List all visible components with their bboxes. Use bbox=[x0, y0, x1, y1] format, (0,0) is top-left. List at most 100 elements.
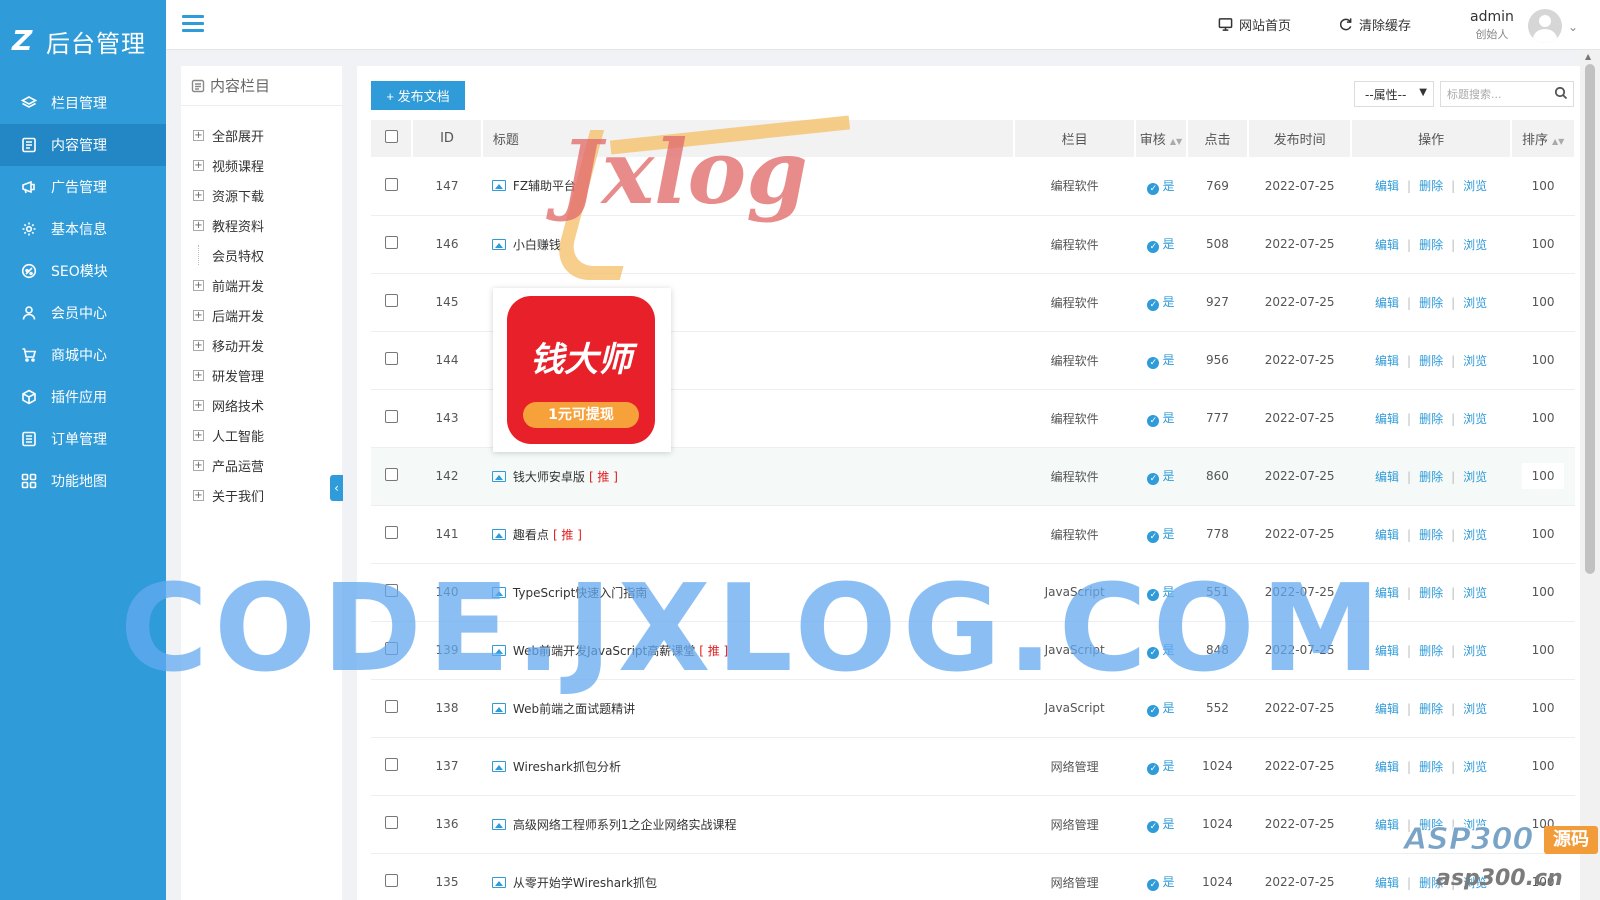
row-title[interactable]: Wireshark抓包分析 bbox=[513, 760, 621, 774]
row-sort-cell[interactable]: 100 bbox=[1511, 737, 1575, 796]
row-title[interactable]: 小白赚钱 bbox=[513, 238, 561, 252]
sidebar-item[interactable]: 广告管理 bbox=[0, 166, 166, 208]
page-scrollbar[interactable]: ▲ bbox=[1580, 50, 1600, 900]
delete-link[interactable]: 删除 bbox=[1419, 354, 1443, 368]
header-audit[interactable]: 审核 ▲▼ bbox=[1135, 120, 1188, 157]
view-link[interactable]: 浏览 bbox=[1463, 179, 1487, 193]
row-title[interactable]: 钱大师安卓版 bbox=[513, 470, 585, 484]
row-audit[interactable]: ✓ 是 bbox=[1135, 737, 1187, 796]
view-link[interactable]: 浏览 bbox=[1463, 412, 1487, 426]
tree-item[interactable]: + 前端开发 bbox=[193, 270, 342, 300]
delete-link[interactable]: 删除 bbox=[1419, 238, 1443, 252]
row-sort-cell[interactable]: 100 bbox=[1511, 505, 1575, 564]
row-audit[interactable]: ✓ 是 bbox=[1135, 505, 1187, 564]
menu-toggle-icon[interactable] bbox=[182, 15, 204, 33]
row-sort-cell[interactable]: 100 bbox=[1511, 331, 1575, 390]
row-sort-cell[interactable]: 100 bbox=[1511, 447, 1575, 506]
edit-link[interactable]: 编辑 bbox=[1375, 179, 1399, 193]
delete-link[interactable]: 删除 bbox=[1419, 470, 1443, 484]
tree-item[interactable]: + 人工智能 bbox=[193, 420, 342, 450]
user-menu[interactable]: admin 创始人 bbox=[1470, 9, 1514, 43]
row-sort-cell[interactable]: 100 bbox=[1511, 215, 1575, 274]
edit-link[interactable]: 编辑 bbox=[1375, 818, 1399, 832]
expand-plus-icon[interactable]: + bbox=[193, 129, 204, 141]
sidebar-item[interactable]: 插件应用 bbox=[0, 376, 166, 418]
delete-link[interactable]: 删除 bbox=[1419, 528, 1443, 542]
scroll-thumb[interactable] bbox=[1585, 64, 1595, 574]
row-title[interactable]: 从零开始学Wireshark抓包 bbox=[513, 876, 657, 890]
chevron-down-icon[interactable]: ⌄ bbox=[1568, 20, 1578, 34]
sidebar-item[interactable]: 内容管理 bbox=[0, 124, 166, 166]
tree-item[interactable]: + 全部展开 bbox=[193, 120, 342, 150]
view-link[interactable]: 浏览 bbox=[1463, 702, 1487, 716]
row-sort-cell[interactable]: 100 bbox=[1511, 157, 1575, 216]
view-link[interactable]: 浏览 bbox=[1463, 296, 1487, 310]
sidebar-item[interactable]: 会员中心 bbox=[0, 292, 166, 334]
expand-plus-icon[interactable]: + bbox=[193, 159, 204, 171]
tree-item[interactable]: + 教程资料 bbox=[193, 210, 342, 240]
attribute-select[interactable]: --属性-- ▼ bbox=[1354, 81, 1434, 107]
row-checkbox[interactable] bbox=[371, 447, 413, 506]
view-link[interactable]: 浏览 bbox=[1463, 760, 1487, 774]
delete-link[interactable]: 删除 bbox=[1419, 179, 1443, 193]
edit-link[interactable]: 编辑 bbox=[1375, 296, 1399, 310]
row-audit[interactable]: ✓ 是 bbox=[1135, 447, 1187, 506]
collapse-tree-button[interactable]: ‹ bbox=[330, 475, 343, 501]
tree-item[interactable]: + 资源下载 bbox=[193, 180, 342, 210]
row-sort-cell[interactable]: 100 bbox=[1511, 679, 1575, 738]
delete-link[interactable]: 删除 bbox=[1419, 412, 1443, 426]
edit-link[interactable]: 编辑 bbox=[1375, 760, 1399, 774]
edit-link[interactable]: 编辑 bbox=[1375, 412, 1399, 426]
row-checkbox[interactable] bbox=[371, 853, 413, 900]
row-checkbox[interactable] bbox=[371, 795, 413, 854]
delete-link[interactable]: 删除 bbox=[1419, 760, 1443, 774]
expand-plus-icon[interactable]: + bbox=[193, 309, 204, 321]
edit-link[interactable]: 编辑 bbox=[1375, 238, 1399, 252]
edit-link[interactable]: 编辑 bbox=[1375, 702, 1399, 716]
row-title[interactable]: Web前端之面试题精讲 bbox=[513, 702, 635, 716]
row-title[interactable]: 趣看点 bbox=[513, 528, 549, 542]
expand-plus-icon[interactable]: + bbox=[193, 189, 204, 201]
row-checkbox[interactable] bbox=[371, 389, 413, 448]
tree-item[interactable]: 会员特权 bbox=[193, 240, 342, 270]
search-icon[interactable] bbox=[1554, 86, 1568, 100]
edit-link[interactable]: 编辑 bbox=[1375, 354, 1399, 368]
tree-item[interactable]: + 后端开发 bbox=[193, 300, 342, 330]
delete-link[interactable]: 删除 bbox=[1419, 702, 1443, 716]
row-sort-cell[interactable]: 100 bbox=[1511, 273, 1575, 332]
sidebar-item[interactable]: 订单管理 bbox=[0, 418, 166, 460]
row-audit[interactable]: ✓ 是 bbox=[1135, 853, 1187, 900]
tree-item[interactable]: + 视频课程 bbox=[193, 150, 342, 180]
row-audit[interactable]: ✓ 是 bbox=[1135, 157, 1187, 216]
delete-link[interactable]: 删除 bbox=[1419, 296, 1443, 310]
row-audit[interactable]: ✓ 是 bbox=[1135, 273, 1187, 332]
avatar[interactable] bbox=[1528, 9, 1562, 43]
view-link[interactable]: 浏览 bbox=[1463, 528, 1487, 542]
row-title[interactable]: 高级网络工程师系列1之企业网络实战课程 bbox=[513, 818, 737, 832]
row-audit[interactable]: ✓ 是 bbox=[1135, 215, 1187, 274]
row-checkbox[interactable] bbox=[371, 331, 413, 390]
row-checkbox[interactable] bbox=[371, 157, 413, 216]
view-link[interactable]: 浏览 bbox=[1463, 644, 1487, 658]
scroll-up-icon[interactable]: ▲ bbox=[1585, 52, 1591, 61]
row-checkbox[interactable] bbox=[371, 737, 413, 796]
sidebar-item[interactable]: 商城中心 bbox=[0, 334, 166, 376]
sidebar-item[interactable]: SEO模块 bbox=[0, 250, 166, 292]
expand-plus-icon[interactable]: + bbox=[193, 279, 204, 291]
view-link[interactable]: 浏览 bbox=[1463, 586, 1487, 600]
sidebar-item[interactable]: 功能地图 bbox=[0, 460, 166, 502]
row-sort-cell[interactable]: 100 bbox=[1511, 621, 1575, 680]
row-checkbox[interactable] bbox=[371, 273, 413, 332]
tree-item[interactable]: + 产品运营 bbox=[193, 450, 342, 480]
row-audit[interactable]: ✓ 是 bbox=[1135, 331, 1187, 390]
site-home-link[interactable]: 网站首页 bbox=[1218, 15, 1291, 34]
expand-plus-icon[interactable]: + bbox=[193, 339, 204, 351]
header-sort[interactable]: 排序 ▲▼ bbox=[1511, 120, 1576, 157]
edit-link[interactable]: 编辑 bbox=[1375, 876, 1399, 890]
view-link[interactable]: 浏览 bbox=[1463, 354, 1487, 368]
delete-link[interactable]: 删除 bbox=[1419, 586, 1443, 600]
logo[interactable]: Z 后台管理 bbox=[0, 0, 166, 82]
sidebar-item[interactable]: 基本信息 bbox=[0, 208, 166, 250]
expand-plus-icon[interactable]: + bbox=[193, 219, 204, 231]
delete-link[interactable]: 删除 bbox=[1419, 644, 1443, 658]
